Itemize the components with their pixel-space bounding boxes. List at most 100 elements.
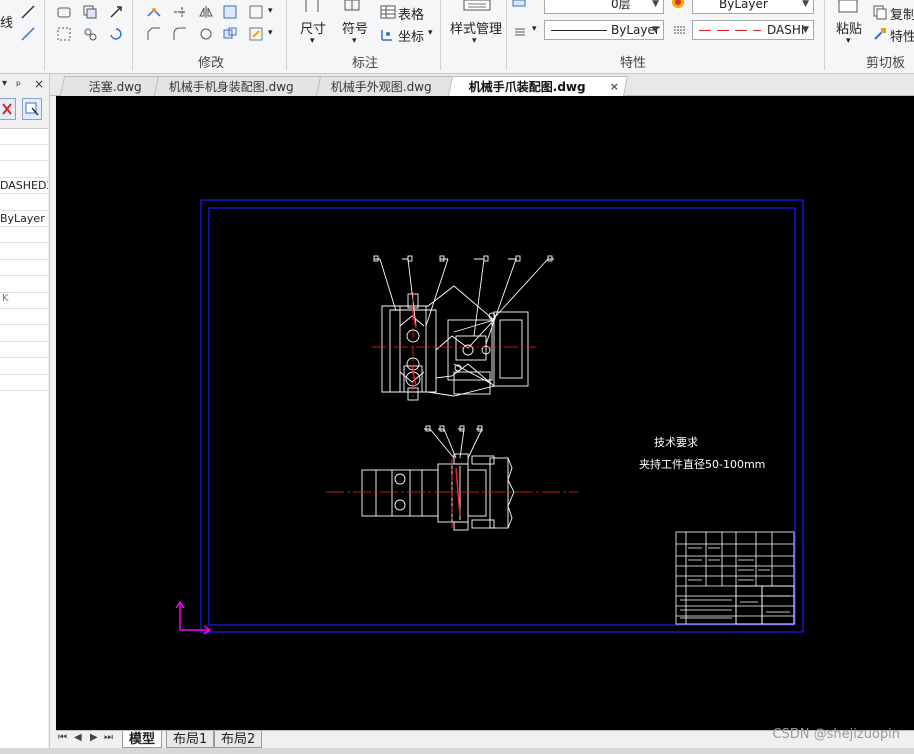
first-layout-icon[interactable]: ⏮ [58, 732, 67, 743]
property-row[interactable] [0, 227, 48, 244]
property-row[interactable] [0, 195, 48, 211]
tab-model[interactable]: 模型 [122, 731, 163, 748]
fillet-icon[interactable] [172, 26, 188, 42]
chevron-down-icon: ▼ [652, 0, 659, 9]
group-separator [506, 0, 507, 70]
property-row[interactable] [0, 129, 48, 145]
dropdown-arrow-icon[interactable]: ▾ [428, 28, 433, 38]
file-tab-piston[interactable]: 活塞.dwg [59, 76, 163, 96]
paste-button[interactable]: 粘贴 [836, 18, 862, 37]
scale-icon[interactable] [198, 26, 214, 42]
tab-layout1[interactable]: 布局1 [166, 731, 215, 748]
dropdown-arrow-icon[interactable]: ▾ [472, 36, 477, 46]
close-icon[interactable]: × [610, 77, 619, 97]
color-wheel-icon[interactable] [670, 0, 686, 10]
explode-icon[interactable] [222, 4, 238, 20]
stretch-icon[interactable] [146, 4, 162, 20]
copy-button[interactable]: 复制 [890, 4, 914, 23]
file-tab-label: 机械手机身装配图.dwg [168, 80, 294, 94]
color-combo-value: ByLayer [719, 0, 768, 11]
chevron-down-icon: ▼ [802, 25, 809, 35]
pin-icon[interactable]: ᵖ [16, 78, 21, 92]
property-row[interactable] [0, 260, 48, 277]
dropdown-arrow-icon[interactable]: ▾ [268, 6, 273, 16]
property-list: DASHED2 ByLayer K [0, 128, 48, 754]
file-tab-robot-appearance[interactable]: 机械手外观图.dwg [315, 76, 455, 96]
erase-icon[interactable] [56, 4, 72, 20]
polyline-icon[interactable] [20, 26, 36, 42]
mirror-icon[interactable] [198, 4, 214, 20]
align-icon[interactable] [222, 26, 238, 42]
chevron-down-icon: ▼ [802, 0, 809, 9]
list-icon[interactable] [512, 24, 528, 40]
dropdown-arrow-icon[interactable]: ▾ [352, 36, 357, 46]
paste-icon[interactable] [836, 0, 860, 14]
property-row[interactable] [0, 309, 48, 326]
style-manager-icon[interactable] [462, 0, 492, 12]
previous-layout-icon[interactable]: ◀ [74, 732, 82, 743]
dropdown-arrow-icon[interactable]: ▾ [532, 24, 537, 34]
copy-object-icon[interactable] [82, 4, 98, 20]
edit-icon[interactable] [248, 26, 264, 42]
property-row[interactable] [0, 244, 48, 260]
color-combo[interactable]: ByLayer ▼ [692, 0, 814, 14]
array-icon[interactable] [56, 26, 72, 42]
trim-icon[interactable] [172, 4, 188, 20]
cad-drawing [175, 199, 804, 635]
move-icon[interactable] [108, 4, 124, 20]
offset-icon[interactable] [82, 26, 98, 42]
technical-requirements-title: 技术要求 [654, 436, 698, 449]
property-row[interactable] [0, 326, 48, 342]
property-row[interactable] [0, 277, 48, 293]
front-view-assembly [361, 425, 515, 531]
rotate-icon[interactable] [108, 26, 124, 42]
property-row[interactable] [0, 359, 48, 375]
property-row[interactable] [0, 162, 48, 178]
line-icon[interactable] [20, 4, 36, 20]
coordinate-button[interactable]: 坐标 [398, 26, 424, 45]
drawing-canvas[interactable]: 技术要求 夹持工件直径50-100mm [56, 96, 914, 730]
chamfer-icon[interactable] [146, 26, 162, 42]
property-row[interactable]: ByLayer [0, 211, 48, 227]
clipboard-group-label: 剪切板 [866, 56, 906, 71]
dropdown-arrow-icon[interactable]: ▾ [310, 36, 315, 46]
linetype-list-icon[interactable] [672, 22, 688, 38]
lineweight-combo[interactable]: ByLayer ▼ [544, 20, 664, 40]
next-layout-icon[interactable]: ▶ [90, 732, 98, 743]
watermark: CSDN @shejizuopin [772, 727, 900, 742]
dimension-button[interactable]: 尺寸 [300, 18, 326, 37]
match-properties-button[interactable]: 特性 [890, 26, 914, 45]
file-tab-robot-body-assembly[interactable]: 机械手机身装配图.dwg [153, 76, 323, 96]
style-manager-button[interactable]: 样式管理 [450, 18, 502, 37]
close-icon[interactable]: × [34, 77, 44, 91]
symbol-button[interactable]: 符号 [342, 18, 368, 37]
layer-manager-icon[interactable] [512, 0, 528, 8]
table-button[interactable]: 表格 [398, 4, 424, 23]
dropdown-arrow-icon[interactable]: ▾ [268, 28, 273, 38]
group-icon[interactable] [248, 4, 264, 20]
table-icon[interactable] [380, 4, 396, 20]
line-tool-label[interactable]: 线 [0, 12, 13, 31]
dropdown-arrow-icon[interactable]: ▾ [846, 36, 851, 46]
quick-select-button[interactable] [0, 98, 16, 120]
symbol-icon[interactable] [344, 0, 360, 12]
layer-combo[interactable]: 0层 ▼ [544, 0, 664, 14]
palette-scroll-arrow-icon[interactable]: ▾ [2, 78, 7, 89]
property-row[interactable] [0, 145, 48, 162]
status-bar [0, 748, 914, 754]
file-tab-gripper-assembly[interactable]: 机械手爪装配图.dwg × [447, 76, 629, 97]
copy-icon[interactable] [872, 4, 888, 20]
file-tab-label: 活塞.dwg [88, 80, 142, 94]
property-row[interactable]: DASHED2 [0, 178, 48, 195]
dimension-icon[interactable] [304, 0, 320, 14]
match-properties-icon[interactable] [872, 26, 888, 42]
title-block [675, 531, 795, 625]
coordinate-icon[interactable] [380, 26, 396, 42]
tab-layout2[interactable]: 布局2 [214, 731, 263, 748]
property-row[interactable] [0, 342, 48, 359]
last-layout-icon[interactable]: ⏭ [104, 732, 113, 743]
linetype-combo[interactable]: DASHI ▼ [692, 20, 814, 40]
select-objects-button[interactable] [22, 98, 42, 120]
group-separator [824, 0, 825, 70]
property-row[interactable] [0, 375, 48, 391]
